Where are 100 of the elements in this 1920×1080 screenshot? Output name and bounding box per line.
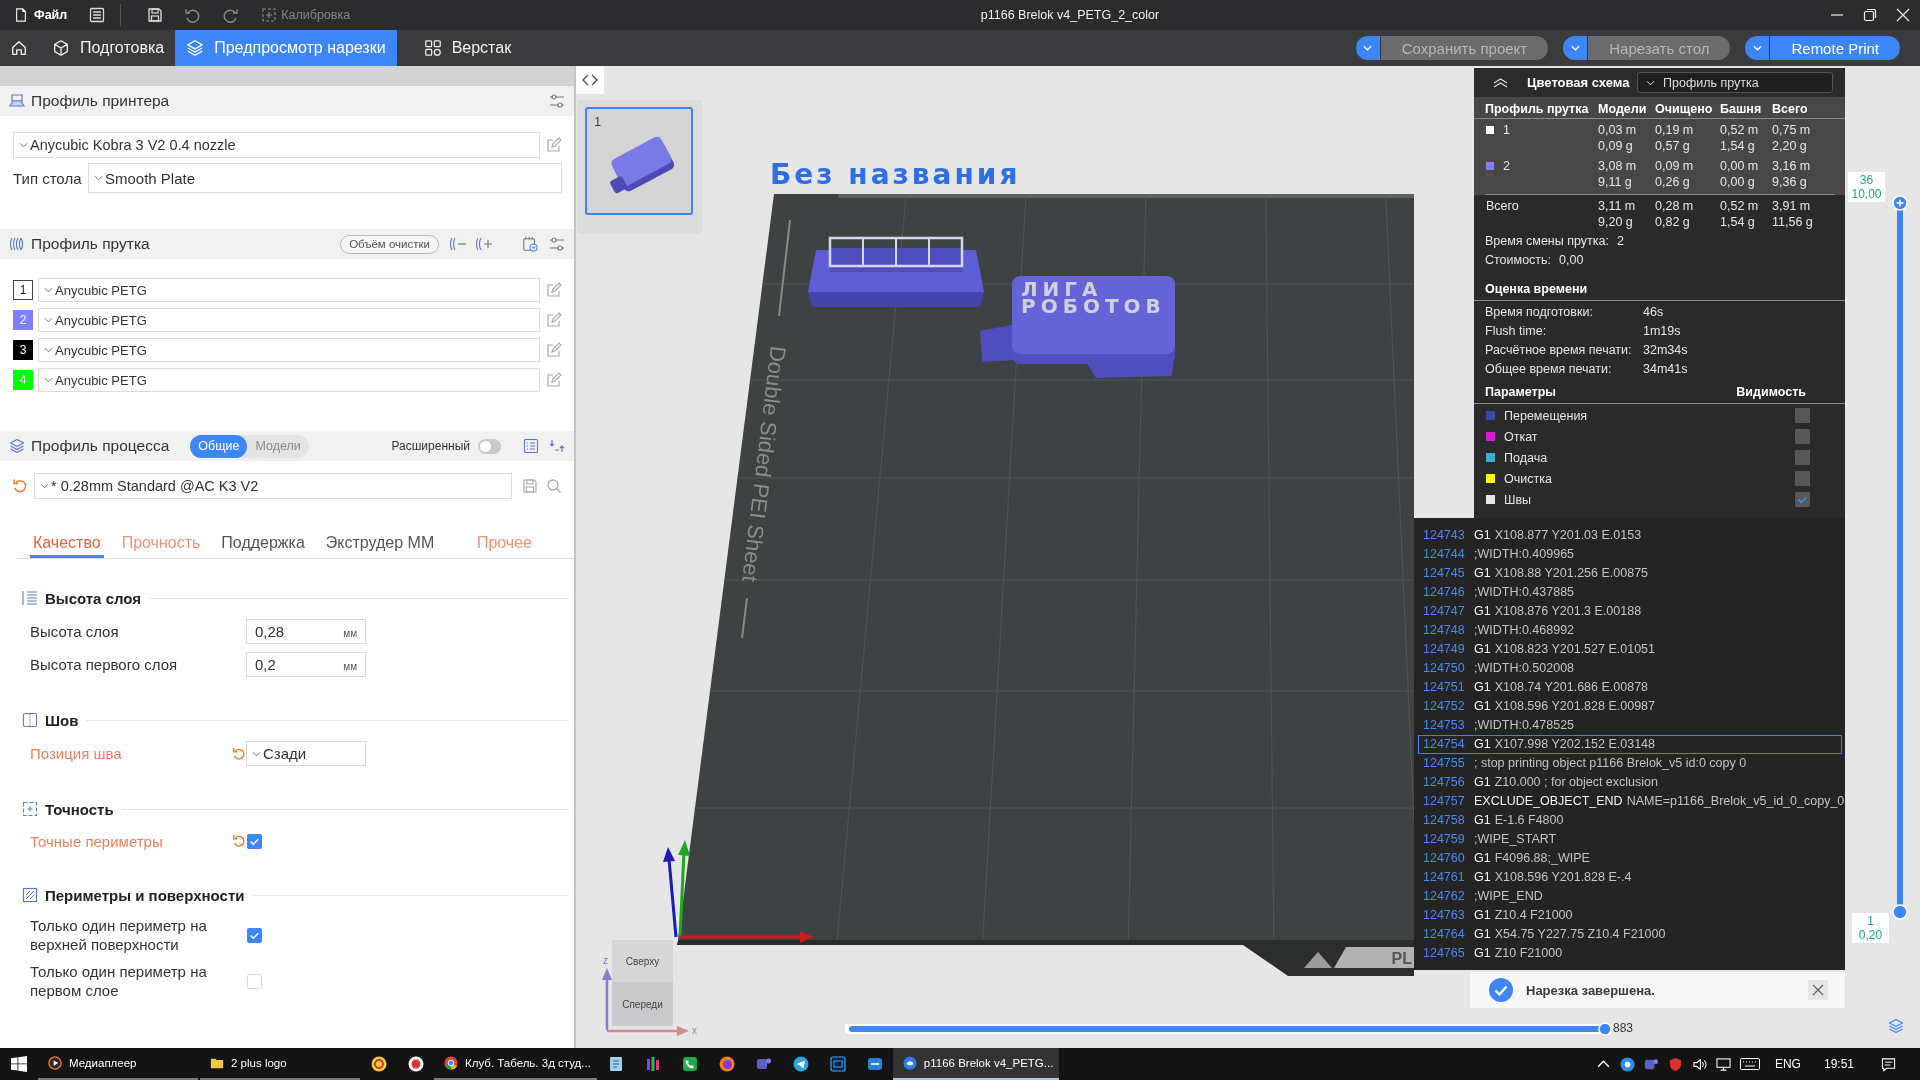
paper-plane-icon[interactable]	[792, 1056, 809, 1072]
monitor-icon[interactable]	[1715, 1056, 1731, 1072]
slider-thumb[interactable]	[1892, 904, 1908, 920]
notebook-icon[interactable]	[607, 1056, 624, 1072]
front-view-button[interactable]: Спереди	[612, 982, 673, 1026]
calendar-icon[interactable]	[521, 236, 539, 252]
gcode-line[interactable]: 124760 G1 F4096.88;_WIPE	[1418, 849, 1842, 868]
settings-tab[interactable]: Экструдер ММ	[322, 531, 438, 558]
redo-icon[interactable]	[223, 7, 240, 23]
file-menu-button[interactable]: Файл	[14, 8, 68, 22]
settings-tab[interactable]: Поддержка	[218, 531, 308, 558]
options-dropdown-button[interactable]	[1355, 36, 1380, 60]
checkbox[interactable]	[247, 973, 262, 989]
gcode-line[interactable]: 124749 G1 X108.823 Y201.527 E.01051	[1418, 640, 1842, 659]
printer-dropdown[interactable]: Anycubic Kobra 3 V2 0.4 nozzle	[13, 132, 540, 158]
circular-arrow-icon[interactable]	[232, 834, 246, 848]
up-down-arrows-icon[interactable]	[549, 438, 565, 454]
circular-arrow-icon[interactable]	[12, 478, 28, 494]
menu-icon[interactable]	[89, 7, 106, 23]
volume-icon[interactable]	[1691, 1056, 1707, 1072]
gcode-line[interactable]: 124746 ;WIDTH:0.437885	[1418, 583, 1842, 602]
tray-app-icon[interactable]	[1619, 1056, 1635, 1072]
view-tab[interactable]: Предпросмотр нарезки	[175, 30, 397, 66]
number-field[interactable]: 0,2 мм	[246, 652, 366, 677]
remote-print-button[interactable]: Remote Print	[1770, 36, 1900, 60]
gcode-line[interactable]: 124764 G1 X54.75 Y227.75 Z10.4 F21000	[1418, 925, 1842, 944]
gcode-line[interactable]: 124751 G1 X108.74 Y201.686 E.00878	[1418, 678, 1842, 697]
gcode-line[interactable]: 124750 ;WIDTH:0.502008	[1418, 659, 1842, 678]
round-logo-icon[interactable]	[371, 1056, 387, 1072]
option-dropdown[interactable]: Сзади	[246, 741, 366, 766]
language-indicator[interactable]: ENG	[1774, 1057, 1801, 1071]
badge-square-icon[interactable]	[1643, 1056, 1659, 1072]
app-tile-icon[interactable]	[829, 1056, 846, 1072]
gcode-line[interactable]: 124745 G1 X108.88 Y201.256 E.00875	[1418, 564, 1842, 583]
slider-thumb[interactable]	[1598, 1022, 1612, 1036]
filament-dropdown[interactable]: Anycubic PETG	[38, 368, 540, 392]
move-slider-track[interactable]	[845, 1022, 1610, 1036]
square-app-icon[interactable]	[866, 1056, 883, 1072]
advanced-toggle[interactable]	[478, 438, 501, 454]
search-icon[interactable]	[546, 478, 562, 494]
checkbox[interactable]	[247, 927, 262, 943]
flush-volume-button[interactable]: Объём очистки	[340, 234, 439, 254]
spool-minus-icon[interactable]	[449, 236, 467, 252]
gcode-line[interactable]: 124753 ;WIDTH:0.478525	[1418, 716, 1842, 735]
top-view-button[interactable]: Сверху	[612, 940, 673, 982]
notification-icon[interactable]	[1881, 1056, 1896, 1072]
checkbox[interactable]	[247, 833, 262, 849]
sliders-icon[interactable]	[549, 93, 565, 109]
filament-dropdown[interactable]: Anycubic PETG	[38, 308, 540, 332]
keyboard-icon[interactable]	[1739, 1057, 1760, 1071]
edit-icon[interactable]	[546, 372, 562, 388]
edit-icon[interactable]	[546, 312, 562, 328]
visibility-checkbox[interactable]	[1795, 429, 1810, 444]
close-icon[interactable]	[1896, 8, 1910, 22]
badge-square-icon[interactable]	[755, 1056, 772, 1072]
edit-icon[interactable]	[546, 137, 562, 153]
edit-icon[interactable]	[546, 282, 562, 298]
sliders-icon[interactable]	[549, 236, 565, 252]
gcode-line[interactable]: 124748 ;WIDTH:0.468992	[1418, 621, 1842, 640]
gcode-line[interactable]: 124759 ;WIPE_START	[1418, 830, 1842, 849]
home-icon[interactable]	[10, 39, 28, 57]
gcode-line[interactable]: 124756 G1 Z10.000 ; for object exclusion	[1418, 773, 1842, 792]
left-right-chevrons-icon[interactable]	[576, 66, 604, 94]
undo-icon[interactable]	[184, 7, 201, 23]
view-tab[interactable]: Подготовка	[41, 30, 176, 66]
circular-arrow-icon[interactable]	[232, 746, 246, 761]
gcode-line[interactable]: 124765 G1 Z10 F21000	[1418, 944, 1842, 963]
edit-icon[interactable]	[546, 342, 562, 358]
visibility-checkbox[interactable]	[1795, 492, 1810, 507]
save-icon[interactable]	[147, 7, 164, 23]
bed-type-dropdown[interactable]: Smooth Plate	[88, 163, 562, 193]
gcode-line[interactable]: 124743 G1 X108.877 Y201.03 E.0153	[1418, 526, 1842, 545]
gcode-line[interactable]: 124752 G1 X108.596 Y201.828 E.00987	[1418, 697, 1842, 716]
view-tab[interactable]: Верстак	[412, 30, 523, 66]
clock-time[interactable]: 19:51	[1823, 1057, 1854, 1071]
number-field[interactable]: 0,28 мм	[246, 619, 366, 644]
options-dropdown-button[interactable]	[1745, 36, 1770, 60]
options-dropdown-button[interactable]	[1563, 36, 1588, 60]
color-scheme-dropdown[interactable]: Профиль прутка	[1637, 72, 1833, 93]
gcode-line[interactable]: 124761 G1 X108.596 Y201.828 E-.4	[1418, 868, 1842, 887]
gcode-line[interactable]: 124747 G1 X108.876 Y201.3 E.00188	[1418, 602, 1842, 621]
shield-icon[interactable]	[1667, 1056, 1683, 1072]
gcode-line[interactable]: 124744 ;WIDTH:0.409965	[1418, 545, 1842, 564]
taskbar-window-button[interactable]: Клуб. Табель. 3д студ...	[434, 1048, 597, 1080]
visibility-checkbox[interactable]	[1795, 408, 1810, 423]
filament-dropdown[interactable]: Anycubic PETG	[38, 338, 540, 362]
taskbar-window-button[interactable]: 2 plus logo	[200, 1048, 360, 1080]
layers-icon[interactable]	[1888, 1018, 1904, 1034]
slider-thumb[interactable]	[1892, 195, 1908, 211]
spool-plus-icon[interactable]	[475, 236, 493, 252]
gcode-line[interactable]: 124762 ;WIPE_END	[1418, 887, 1842, 906]
gcode-line[interactable]: 124763 G1 Z10.4 F21000	[1418, 906, 1842, 925]
filament-dropdown[interactable]: Anycubic PETG	[38, 278, 540, 302]
circle-logo-icon[interactable]	[408, 1056, 424, 1072]
maximize-icon[interactable]	[1863, 8, 1877, 22]
gcode-line[interactable]: 124757 EXCLUDE_OBJECT_END NAME=p1166_Brelok_v5_id_0_copy_0	[1418, 792, 1842, 811]
gcode-line[interactable]: 124755 ; stop printing object p1166 Brelok_v5 id:0 copy 0	[1418, 754, 1842, 773]
bars-logo-icon[interactable]	[644, 1056, 661, 1072]
double-chevron-up-icon[interactable]	[1493, 77, 1508, 88]
list-icon[interactable]	[523, 438, 539, 454]
